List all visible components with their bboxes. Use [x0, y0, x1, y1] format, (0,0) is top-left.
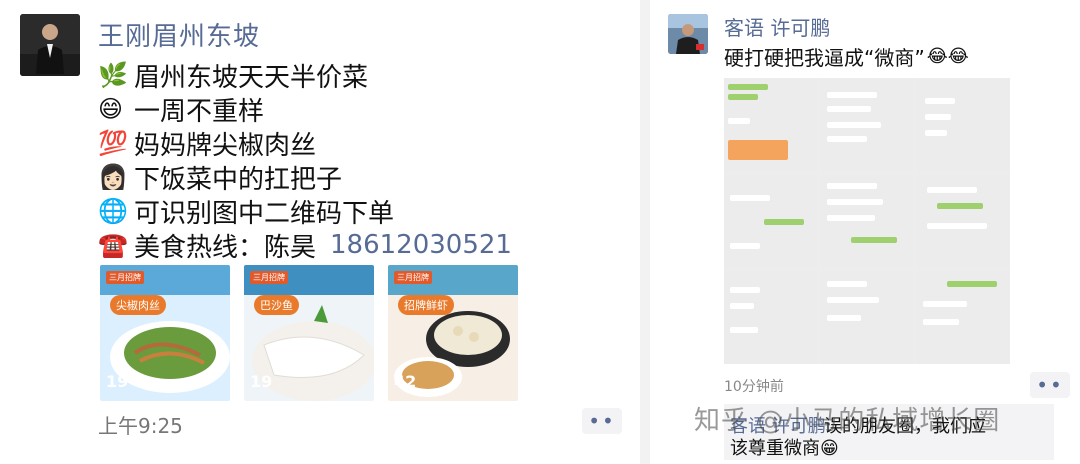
chat-screenshot[interactable] — [724, 78, 817, 171]
post-line: 🌐 可识别图中二维码下单 — [98, 194, 512, 229]
post-line: 🌿 眉州东坡天天半价菜 — [98, 58, 512, 93]
post-line: 😄 一周不重样 — [98, 92, 512, 127]
price-label: 19 — [250, 372, 273, 391]
avatar[interactable] — [20, 14, 80, 76]
phone-link[interactable]: 18612030521 — [330, 230, 512, 260]
chat-screenshot[interactable] — [820, 174, 914, 268]
chat-screenshot[interactable] — [917, 78, 1010, 171]
post-line-text: 可识别图中二维码下单 — [134, 198, 395, 229]
divider — [640, 0, 650, 464]
post-text: 🌿 眉州东坡天天半价菜 😄 一周不重样 💯 妈妈牌尖椒肉丝 👩🏻 下饭菜中的扛把子 🌐 可… — [98, 58, 512, 263]
post-caption: 硬打硬把我逼成“微商” 😂😂 — [724, 42, 969, 71]
chat-screenshot[interactable] — [917, 174, 1010, 268]
chat-screenshot[interactable] — [724, 174, 817, 268]
post-time: 上午9:25 — [98, 414, 183, 438]
post-line-text: 妈妈牌尖椒肉丝 — [134, 130, 317, 161]
moments-post-left: 王刚眉州东坡 🌿 眉州东坡天天半价菜 😄 一周不重样 💯 妈妈牌尖椒肉丝 👩🏻 下饭菜中… — [0, 0, 640, 464]
chat-screenshot[interactable] — [820, 78, 914, 171]
price-label: 42 — [394, 372, 417, 391]
chat-screenshot[interactable] — [917, 271, 1010, 364]
laughing-emoji-icon: 😂😂 — [926, 46, 969, 67]
grin-emoji-icon: 😁 — [820, 438, 839, 459]
food-image-thumbnail[interactable]: 三月招牌 巴沙鱼 19 — [244, 265, 374, 401]
telephone-emoji-icon: ☎️ — [98, 231, 128, 259]
person-avatar-icon — [668, 14, 708, 54]
comment-text-line: 该尊重微商 — [730, 438, 820, 459]
price-label: 19 — [106, 372, 129, 391]
screenshot-grid[interactable] — [724, 78, 1010, 364]
person-avatar-icon — [20, 14, 80, 76]
post-line-text: 一周不重样 — [134, 96, 265, 127]
post-line-text: 眉州东坡天天半价菜 — [134, 62, 369, 93]
post-line-text: 美食热线：陈昊 — [134, 232, 317, 263]
food-image-thumbnail[interactable]: 三月招牌 尖椒肉丝 19 — [100, 265, 230, 401]
woman-emoji-icon: 👩🏻 — [98, 163, 128, 191]
comment-text-continued: 该尊重微商😁 — [730, 434, 839, 460]
caption-text: 硬打硬把我逼成“微商” — [724, 46, 925, 70]
author-name[interactable]: 客语 许可鹏 — [724, 12, 830, 41]
hundred-emoji-icon: 💯 — [98, 129, 128, 157]
globe-emoji-icon: 🌐 — [98, 197, 128, 225]
post-line: ☎️ 美食热线：陈昊 18612030521 — [98, 228, 512, 263]
more-options-button[interactable]: •• — [1030, 372, 1070, 398]
leaf-emoji-icon: 🌿 — [98, 61, 128, 89]
post-line-text: 下饭菜中的扛把子 — [134, 164, 343, 195]
chat-screenshot[interactable] — [724, 271, 817, 364]
smile-emoji-icon: 😄 — [98, 95, 124, 123]
post-line: 💯 妈妈牌尖椒肉丝 — [98, 126, 512, 161]
image-gallery: 三月招牌 尖椒肉丝 19 三月招牌 巴沙鱼 19 三月招牌 招牌鲜虾 42 — [100, 265, 518, 401]
watermark: 知乎 @小马的私域增长圈 — [694, 406, 1001, 436]
more-options-button[interactable]: •• — [582, 408, 622, 434]
post-line: 👩🏻 下饭菜中的扛把子 — [98, 160, 512, 195]
author-name[interactable]: 王刚眉州东坡 — [98, 16, 260, 53]
moments-post-right: 客语 许可鹏 硬打硬把我逼成“微商” 😂😂 10分钟前 •• 客语 许可鹏: 误… — [650, 0, 1080, 464]
avatar[interactable] — [668, 14, 708, 54]
post-time: 10分钟前 — [724, 379, 784, 395]
food-image-thumbnail[interactable]: 三月招牌 招牌鲜虾 42 — [388, 265, 518, 401]
chat-screenshot[interactable] — [820, 271, 914, 364]
